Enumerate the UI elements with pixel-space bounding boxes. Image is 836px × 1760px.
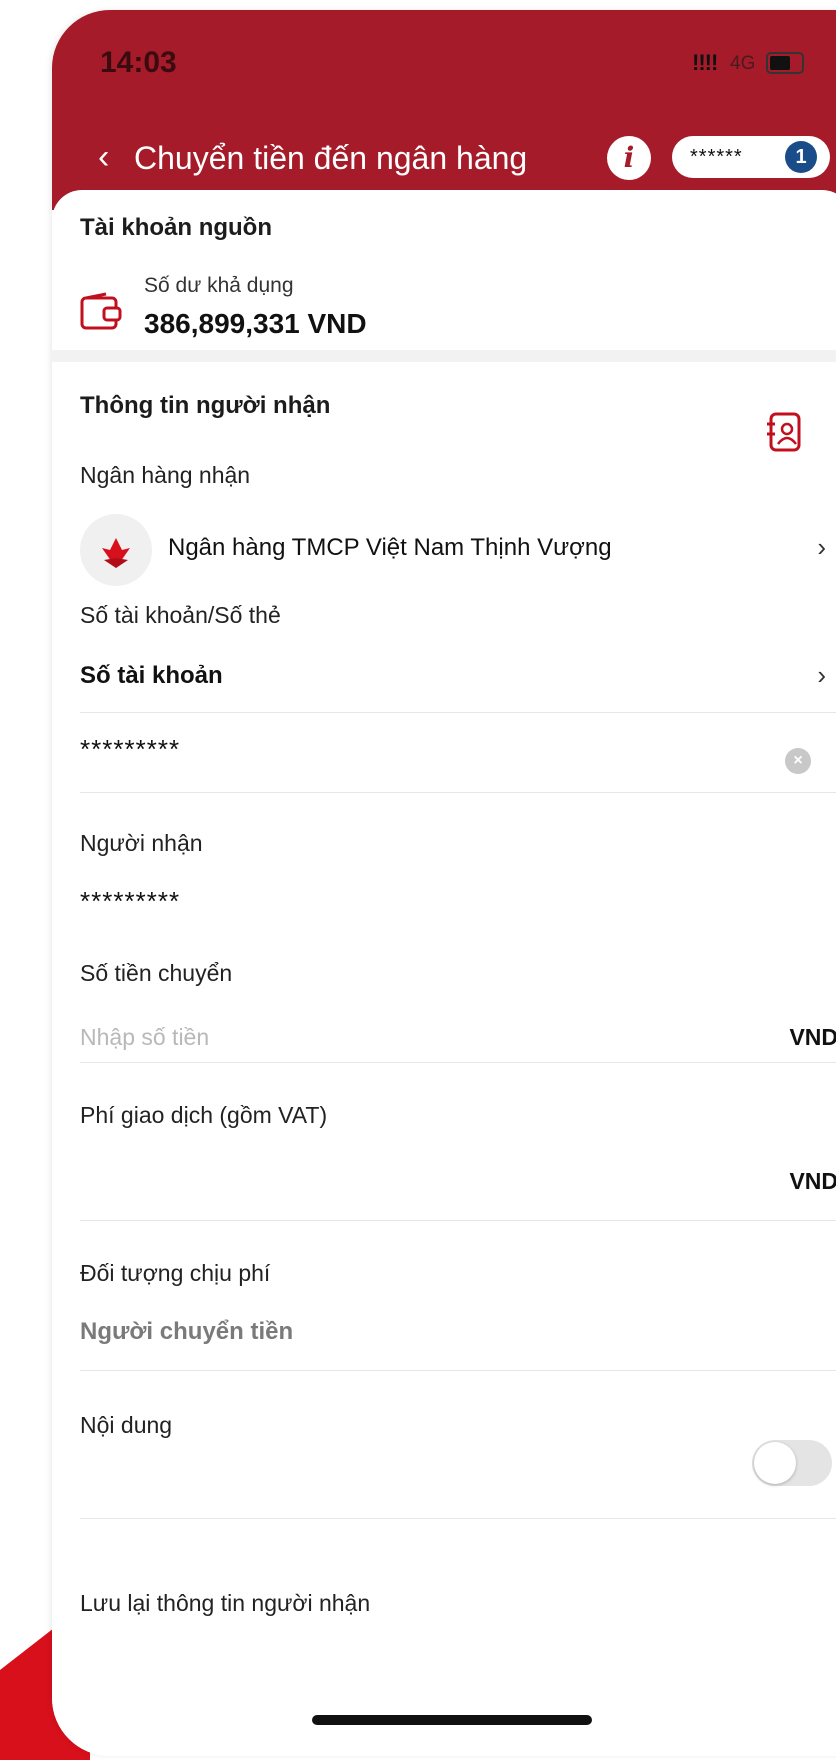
fee-payer-label: Đối tượng chịu phí xyxy=(80,1260,271,1286)
status-time: 14:03 xyxy=(100,46,177,79)
account-badge: 1 xyxy=(785,141,817,173)
save-recipient-toggle[interactable] xyxy=(752,1440,832,1486)
section-separator xyxy=(52,350,836,362)
divider xyxy=(80,1370,836,1371)
recipient-name-value: ********* xyxy=(80,886,181,916)
account-type-label: Số tài khoản/Số thẻ xyxy=(80,602,281,628)
battery-icon xyxy=(766,52,804,74)
amount-input[interactable]: Nhập số tiền VND xyxy=(52,1010,836,1070)
home-indicator xyxy=(312,1715,592,1725)
wallet-icon xyxy=(80,292,122,330)
save-recipient-label: Lưu lại thông tin người nhận xyxy=(80,1590,371,1616)
content-label: Nội dung xyxy=(80,1412,173,1438)
phone-screen: 14:03 !!!! 4G ‹ Chuyển tiền đến ngân hàn… xyxy=(52,10,836,1756)
status-bar: 14:03 !!!! 4G xyxy=(52,10,836,110)
amount-currency: VND xyxy=(789,1024,836,1050)
bank-name: Ngân hàng TMCP Việt Nam Thịnh Vượng xyxy=(168,534,612,561)
balance-label: Số dư khả dụng xyxy=(144,274,294,297)
account-selector-pill[interactable]: ****** 1 xyxy=(672,136,830,178)
network-type: 4G xyxy=(730,53,756,74)
account-type-selector[interactable]: Số tài khoản › xyxy=(52,650,836,700)
divider xyxy=(80,1062,836,1063)
nav-bar: ‹ Chuyển tiền đến ngân hàng i ****** 1 xyxy=(52,120,836,200)
fee-currency: VND xyxy=(789,1168,836,1194)
account-type-value: Số tài khoản xyxy=(80,662,223,689)
amount-placeholder: Nhập số tiền xyxy=(80,1024,210,1050)
source-account-title: Tài khoản nguồn xyxy=(80,214,272,241)
toggle-knob xyxy=(754,1442,796,1484)
divider xyxy=(80,1220,836,1221)
app-header: 14:03 !!!! 4G ‹ Chuyển tiền đến ngân hàn… xyxy=(52,10,836,210)
recipient-section-title: Thông tin người nhận xyxy=(80,392,331,419)
clear-icon[interactable]: × xyxy=(785,748,811,774)
balance-value: 386,899,331 VND xyxy=(144,308,367,339)
account-mask: ****** xyxy=(690,146,743,168)
back-icon[interactable]: ‹ xyxy=(98,138,109,177)
page-title: Chuyển tiền đến ngân hàng xyxy=(134,140,528,176)
account-number-value: ********* xyxy=(80,734,181,764)
account-number-field[interactable]: ********* xyxy=(52,720,836,790)
fee-label: Phí giao dịch (gồm VAT) xyxy=(80,1102,328,1128)
recipient-name-label: Người nhận xyxy=(80,830,203,856)
signal-icon: !!!! xyxy=(692,50,718,75)
fee-payer-value[interactable]: Người chuyển tiền xyxy=(80,1318,293,1346)
info-icon[interactable]: i xyxy=(607,136,651,180)
contacts-book-icon[interactable] xyxy=(767,412,801,452)
chevron-right-icon: › xyxy=(817,660,826,690)
divider xyxy=(80,1518,836,1519)
amount-label: Số tiền chuyển xyxy=(80,960,233,986)
bank-selector[interactable]: Ngân hàng TMCP Việt Nam Thịnh Vượng › xyxy=(162,512,836,588)
divider xyxy=(80,712,836,713)
chevron-right-icon: › xyxy=(817,532,826,562)
content-input[interactable] xyxy=(52,1452,836,1512)
divider xyxy=(80,792,836,793)
bank-label: Ngân hàng nhận xyxy=(80,462,251,488)
bank-logo xyxy=(80,514,152,586)
main-content: Tài khoản nguồn Số dư khả dụng 386,899,3… xyxy=(52,190,836,1756)
